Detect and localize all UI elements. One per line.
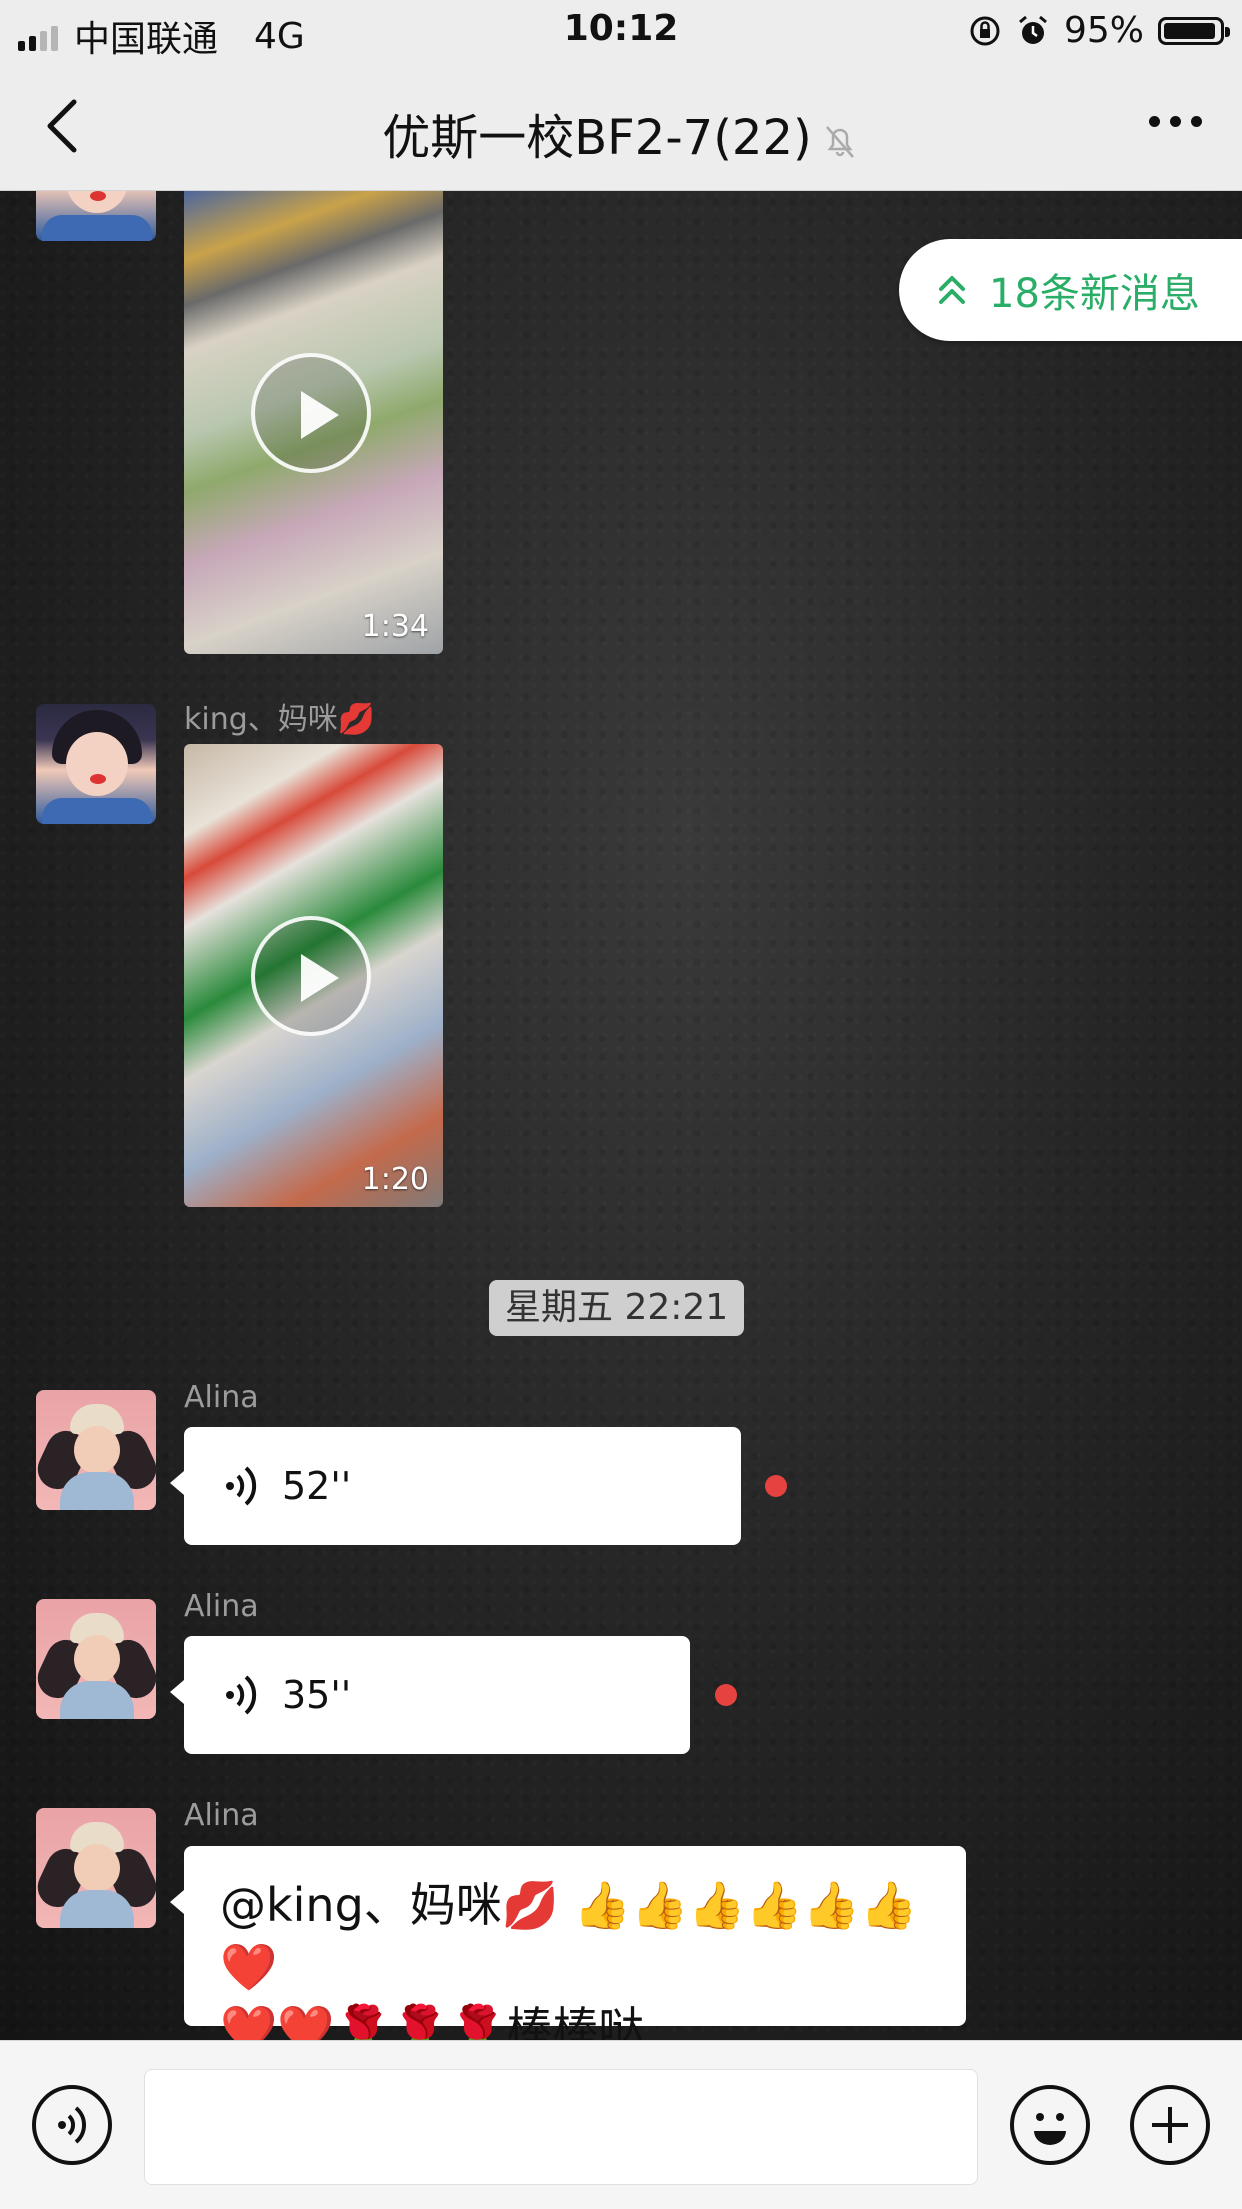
sender-name: king、妈咪💋 (184, 702, 376, 737)
unread-dot (765, 1475, 787, 1497)
avatar[interactable] (36, 1808, 156, 1928)
message-input[interactable] (144, 2069, 978, 2185)
voice-message[interactable]: 52'' (170, 1427, 741, 1545)
avatar[interactable] (36, 1599, 156, 1719)
mute-bell-icon (825, 126, 854, 158)
voice-message[interactable]: 35'' (170, 1636, 690, 1754)
double-chevron-up-icon (939, 276, 965, 304)
battery-icon (1158, 16, 1230, 45)
play-icon[interactable] (251, 916, 371, 1036)
new-messages-label: 18条新消息 (989, 271, 1200, 317)
sender-name: Alina (184, 1380, 259, 1415)
new-messages-button[interactable]: 18条新消息 (899, 239, 1242, 341)
video-message[interactable]: 1:34 (184, 191, 443, 654)
unread-dot (715, 1684, 737, 1706)
voice-wave-icon (226, 1466, 257, 1506)
more-actions-button[interactable] (1130, 2085, 1210, 2165)
text-message[interactable]: @king、妈咪💋 👍👍👍👍👍👍❤️ ❤️❤️🌹🌹🌹棒棒哒 (170, 1846, 966, 2040)
chat-area[interactable]: 1:34 king、妈咪💋 1:20 星期五 22:21 Alina 52'' … (0, 191, 1242, 2040)
emoji-button[interactable] (1010, 2085, 1090, 2165)
video-duration: 1:20 (361, 1162, 429, 1197)
sender-name: Alina (184, 1798, 259, 1833)
status-bar-right: 95% (968, 10, 1230, 51)
orientation-lock-icon (970, 16, 1000, 45)
voice-wave-icon (226, 1675, 257, 1715)
avatar[interactable] (36, 704, 156, 824)
voice-wave-icon (58, 2106, 87, 2144)
avatar[interactable] (36, 1390, 156, 1510)
sender-name: Alina (184, 1589, 259, 1624)
video-message[interactable]: 1:20 (184, 744, 443, 1207)
text-message-line: @king、妈咪💋 👍👍👍👍👍👍❤️ (220, 1878, 918, 1994)
chat-title-text: 优斯一校BF2-7(22) (382, 110, 812, 166)
play-icon[interactable] (251, 353, 371, 473)
video-duration: 1:34 (361, 609, 429, 644)
chat-title: 优斯一校BF2-7(22) (0, 98, 1242, 168)
status-bar: 中国联通 4G 10:12 95% (0, 0, 1242, 62)
text-message-line: ❤️❤️🌹🌹🌹棒棒哒 (220, 2002, 645, 2040)
voice-duration: 52'' (282, 1464, 352, 1508)
smiley-face-icon (1034, 2113, 1066, 2145)
voice-duration: 35'' (282, 1673, 352, 1717)
alarm-icon (1019, 15, 1047, 44)
input-bar (0, 2040, 1242, 2209)
nav-bar: 优斯一校BF2-7(22) (0, 62, 1242, 191)
time-separator: 星期五 22:21 (489, 1280, 745, 1336)
avatar[interactable] (36, 191, 156, 241)
more-options-icon[interactable] (1149, 116, 1202, 127)
battery-percent: 95% (1063, 10, 1144, 51)
plus-icon (1152, 2107, 1188, 2143)
voice-input-button[interactable] (32, 2085, 112, 2165)
